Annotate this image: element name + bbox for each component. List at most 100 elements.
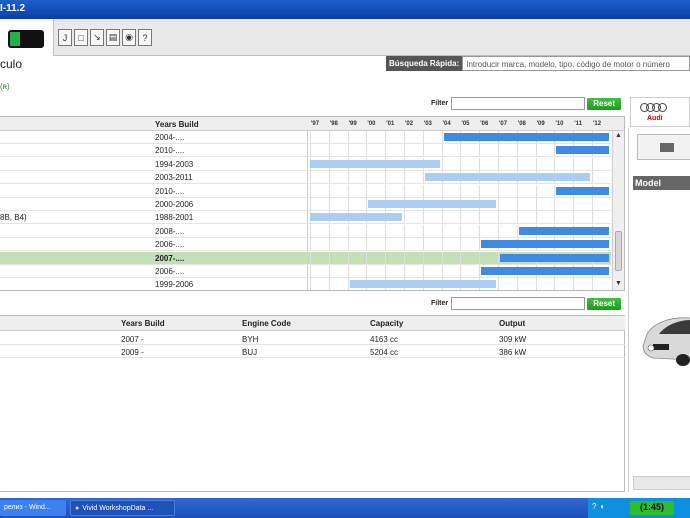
timeline-gridline [498, 211, 499, 224]
timeline-gridline [498, 224, 499, 237]
timeline-gridline [347, 131, 349, 143]
page-title: culo [0, 57, 23, 71]
help-icon[interactable]: ? [592, 502, 596, 511]
timeline-gridline [592, 278, 593, 290]
production-bar [500, 253, 609, 262]
system-tray: ? ◖ (1:45) [588, 498, 690, 518]
tray-icons: ? ◖ [592, 502, 604, 511]
toolbar-tool-5-icon[interactable]: ◉ [122, 29, 136, 46]
window-titlebar: I-11.2 [0, 0, 690, 19]
models-scrollbar[interactable]: ▲ ▼ [612, 131, 624, 290]
model-row[interactable]: 1994-2003 [0, 157, 611, 171]
timeline-gridline [516, 144, 518, 157]
models-reset-button[interactable]: Reset [587, 97, 622, 110]
production-bar [518, 226, 609, 235]
timeline-gridline [460, 157, 462, 170]
timeline-gridline [328, 131, 330, 143]
model-row[interactable]: 2000-2006 [0, 198, 611, 211]
timeline-gridline [554, 144, 556, 157]
engines-reset-button[interactable]: Reset [587, 297, 622, 310]
audi-logo-icon [640, 103, 667, 112]
model-row[interactable]: 2003-2011 [0, 171, 611, 185]
model-row[interactable]: 2004-.... [0, 131, 611, 144]
timeline-gridline [404, 251, 405, 264]
timeline-gridline [385, 265, 387, 277]
year-tick-label: '10 [555, 121, 564, 127]
taskbar-item-vivid[interactable]: Vivid WorkshopData ... [70, 500, 175, 516]
toolbar-tool-3-icon[interactable]: ↘ [90, 29, 104, 46]
year-tick-label: '01 [386, 121, 395, 127]
engine-code-header: Engine Code [242, 319, 291, 328]
output-header: Output [499, 319, 526, 328]
timeline-gridline [328, 238, 330, 251]
toolbar-tool-1-icon[interactable]: J [58, 29, 72, 46]
models-filter: Filter Reset [431, 97, 622, 110]
timeline-gridline [422, 131, 424, 143]
timeline-gridline [366, 265, 368, 277]
car-icon [8, 30, 44, 48]
timeline-gridline [516, 198, 518, 210]
volume-icon[interactable]: ◖ [599, 502, 604, 511]
model-years: 2000-2006 [155, 200, 194, 209]
model-view-button[interactable] [637, 134, 690, 160]
taskbar-item-release[interactable]: релиз - Wind... [0, 500, 66, 516]
timeline-gridline [441, 211, 443, 224]
model-row[interactable]: 2006-.... [0, 238, 611, 252]
timeline-gridline [422, 251, 424, 264]
toolbar-tool-2-icon[interactable]: □ [74, 29, 88, 46]
timeline-gridline [516, 278, 518, 290]
model-row[interactable]: 2007-.... [0, 251, 611, 265]
timeline-gridline [366, 251, 368, 264]
right-panel-footer [633, 476, 690, 490]
model-row[interactable]: 2010-.... [0, 184, 611, 198]
engines-years-header: Years Build [121, 319, 165, 328]
model-row[interactable]: 2010-.... [0, 144, 611, 158]
model-row[interactable]: 2008-.... [0, 224, 611, 238]
timeline-gridline [347, 278, 349, 290]
capacity-header: Capacity [370, 319, 404, 328]
timeline-gridline [460, 224, 462, 237]
engine-row[interactable]: 2009 - BUJ 5204 cc 386 kW [0, 345, 625, 358]
year-tick-label: '12 [593, 121, 602, 127]
timeline-gridline [347, 144, 349, 157]
engines-filter-input[interactable] [451, 297, 586, 310]
engine-code: BYH [242, 335, 259, 344]
timeline-gridline [347, 251, 349, 264]
timeline-gridline [422, 184, 424, 197]
timeline-gridline [422, 265, 424, 277]
timeline-gridline [535, 184, 537, 197]
model-row[interactable]: 2006-.... [0, 265, 611, 278]
timeline-gridline [554, 211, 556, 224]
timeline-gridline [404, 144, 405, 157]
timeline-gridline [310, 171, 311, 184]
scroll-up-icon[interactable]: ▲ [614, 132, 623, 142]
timeline-gridline [422, 171, 424, 184]
timeline-gridline [573, 278, 575, 290]
timeline-gridline [328, 251, 330, 264]
toolbar-tool-6-icon[interactable]: ? [138, 29, 152, 46]
engine-years: 2009 - [121, 348, 144, 357]
timeline-gridline [498, 278, 499, 290]
scroll-thumb[interactable] [615, 231, 622, 271]
production-bar [310, 213, 402, 222]
timeline-gridline [422, 144, 424, 157]
brand-tab-audi[interactable]: Audi [630, 97, 690, 127]
model-years: 1994-2003 [155, 159, 194, 169]
timeline-gridline [366, 198, 368, 210]
year-tick-label: '07 [499, 121, 508, 127]
quick-search-input[interactable]: Introducir marca, modelo, tipo, código d… [462, 56, 690, 71]
timeline-gridline [328, 265, 330, 277]
engine-row[interactable]: 2007 - BYH 4163 cc 309 kW [0, 332, 625, 345]
timeline-gridline [573, 157, 575, 170]
model-row[interactable]: 8B, B4) 1988-2001 [0, 211, 611, 225]
car-image [642, 317, 690, 366]
models-filter-input[interactable] [451, 97, 586, 110]
timeline-gridline [385, 251, 387, 264]
timeline-gridline [498, 157, 499, 170]
model-row[interactable]: 1999-2006 [0, 278, 611, 290]
toolbar-tools: J □ ↘ ▤ ◉? [58, 29, 152, 46]
timeline-gridline [366, 131, 368, 143]
home-button[interactable] [0, 19, 54, 56]
scroll-down-icon[interactable]: ▼ [614, 280, 623, 290]
toolbar-tool-4-icon[interactable]: ▤ [106, 29, 120, 46]
